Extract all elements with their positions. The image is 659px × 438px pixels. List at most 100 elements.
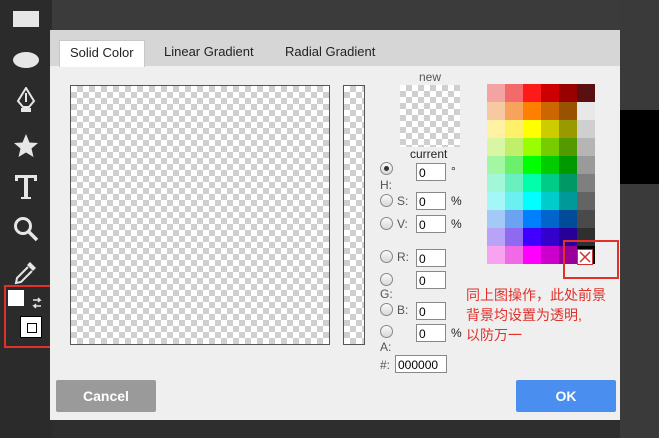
palette-swatch[interactable] — [505, 192, 523, 210]
palette-swatch[interactable] — [523, 246, 541, 264]
text-tool[interactable] — [8, 172, 44, 202]
palette-swatch[interactable] — [487, 246, 505, 264]
tab-bar: Solid Color Linear Gradient Radial Gradi… — [50, 30, 620, 67]
palette-swatch[interactable] — [487, 192, 505, 210]
pen-tool[interactable] — [8, 85, 44, 115]
palette-swatch[interactable] — [541, 174, 559, 192]
hue-field[interactable]: 0 — [416, 163, 446, 181]
alpha-field[interactable]: 0 — [416, 324, 446, 342]
palette-swatch[interactable] — [505, 174, 523, 192]
ok-button[interactable]: OK — [516, 380, 616, 412]
green-field[interactable]: 0 — [416, 271, 446, 289]
palette-swatch[interactable] — [577, 102, 595, 120]
color-picker-dialog: Solid Color Linear Gradient Radial Gradi… — [50, 30, 620, 420]
palette-swatch[interactable] — [487, 84, 505, 102]
tool-panel — [0, 0, 52, 438]
radio-value[interactable] — [380, 217, 393, 230]
eyedropper-tool[interactable] — [8, 257, 44, 287]
palette-swatch[interactable] — [523, 156, 541, 174]
palette-swatch[interactable] — [577, 120, 595, 138]
palette-swatch[interactable] — [541, 192, 559, 210]
palette-swatch[interactable] — [505, 246, 523, 264]
palette-swatch[interactable] — [505, 102, 523, 120]
palette-swatch[interactable] — [559, 156, 577, 174]
radio-red[interactable] — [380, 250, 393, 263]
palette-swatch[interactable] — [559, 138, 577, 156]
palette-swatch[interactable] — [523, 228, 541, 246]
rectangle-tool[interactable] — [8, 4, 44, 34]
radio-blue[interactable] — [380, 303, 393, 316]
palette-swatch[interactable] — [523, 102, 541, 120]
palette-swatch[interactable] — [487, 210, 505, 228]
palette-swatch[interactable] — [559, 192, 577, 210]
zoom-tool[interactable] — [8, 214, 44, 244]
palette-swatch[interactable] — [487, 174, 505, 192]
tab-radial-gradient[interactable]: Radial Gradient — [285, 40, 375, 66]
palette-swatch[interactable] — [559, 120, 577, 138]
palette-swatch[interactable] — [505, 120, 523, 138]
palette-swatch[interactable] — [505, 138, 523, 156]
palette-swatch[interactable] — [559, 210, 577, 228]
bottom-bar — [52, 420, 620, 438]
g-label: G: — [380, 287, 393, 301]
palette-swatch[interactable] — [559, 102, 577, 120]
saturation-field[interactable]: 0 — [416, 192, 446, 210]
palette-swatch[interactable] — [487, 102, 505, 120]
radio-hue[interactable] — [380, 162, 393, 175]
cancel-button[interactable]: Cancel — [56, 380, 156, 412]
blue-field[interactable]: 0 — [416, 302, 446, 320]
value-field[interactable]: 0 — [416, 215, 446, 233]
palette-swatch[interactable] — [559, 174, 577, 192]
s-label: S: — [397, 194, 409, 208]
palette-swatch[interactable] — [577, 138, 595, 156]
palette-swatch[interactable] — [541, 138, 559, 156]
palette-swatch[interactable] — [487, 156, 505, 174]
b-label: B: — [397, 303, 409, 317]
star-tool[interactable] — [8, 131, 44, 161]
red-field[interactable]: 0 — [416, 249, 446, 267]
tab-linear-gradient[interactable]: Linear Gradient — [164, 40, 254, 66]
palette-swatch[interactable] — [577, 210, 595, 228]
radio-alpha[interactable] — [380, 325, 393, 338]
rectangle-icon — [13, 11, 39, 27]
palette-swatch[interactable] — [541, 228, 559, 246]
h-label: H: — [380, 178, 392, 192]
palette-swatch[interactable] — [523, 84, 541, 102]
annotation-line-1: 同上图操作，此处前景 — [466, 287, 606, 303]
palette-swatch[interactable] — [577, 156, 595, 174]
color-palette — [487, 84, 595, 264]
palette-swatch[interactable] — [523, 210, 541, 228]
tab-solid-color[interactable]: Solid Color — [59, 40, 145, 67]
palette-swatch[interactable] — [577, 174, 595, 192]
palette-swatch[interactable] — [487, 228, 505, 246]
palette-swatch[interactable] — [505, 84, 523, 102]
palette-swatch[interactable] — [505, 210, 523, 228]
radio-saturation[interactable] — [380, 194, 393, 207]
hex-field[interactable]: 000000 — [395, 355, 447, 373]
palette-swatch[interactable] — [541, 156, 559, 174]
palette-swatch[interactable] — [541, 84, 559, 102]
palette-swatch[interactable] — [577, 84, 595, 102]
hex-label: #: — [380, 358, 391, 372]
palette-swatch[interactable] — [577, 192, 595, 210]
annotation-line-2: 背景均设置为透明, — [466, 307, 582, 323]
new-color-label: new — [419, 70, 442, 84]
saturation-value-picker[interactable] — [70, 85, 330, 345]
palette-swatch[interactable] — [541, 120, 559, 138]
new-current-color-preview — [400, 85, 460, 147]
hue-slider[interactable] — [343, 85, 365, 345]
palette-swatch[interactable] — [505, 228, 523, 246]
palette-swatch[interactable] — [523, 120, 541, 138]
palette-swatch[interactable] — [487, 138, 505, 156]
palette-swatch[interactable] — [505, 156, 523, 174]
palette-swatch[interactable] — [523, 138, 541, 156]
radio-green[interactable] — [380, 273, 393, 286]
palette-swatch[interactable] — [541, 246, 559, 264]
ellipse-tool[interactable] — [8, 45, 44, 75]
palette-swatch[interactable] — [487, 120, 505, 138]
palette-swatch[interactable] — [523, 192, 541, 210]
palette-swatch[interactable] — [541, 102, 559, 120]
palette-swatch[interactable] — [559, 84, 577, 102]
palette-swatch[interactable] — [523, 174, 541, 192]
palette-swatch[interactable] — [541, 210, 559, 228]
